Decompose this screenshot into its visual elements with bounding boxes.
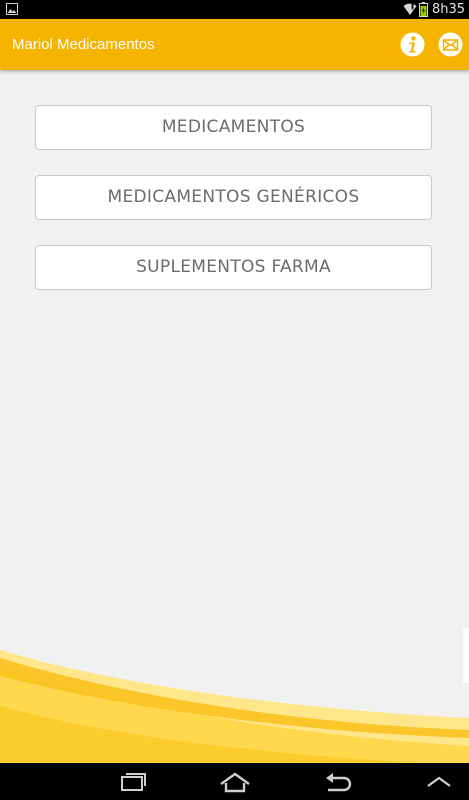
navigation-bar [0,763,469,800]
action-bar: Mariol Medicamentos [0,19,469,70]
up-arrow-icon[interactable] [424,769,454,795]
wifi-icon [403,3,417,15]
back-icon[interactable] [322,769,352,795]
status-bar: 8h35 [0,0,469,19]
gallery-icon [6,3,18,15]
medicamentos-button[interactable]: MEDICAMENTOS [35,105,432,150]
battery-icon [419,2,428,17]
suplementos-farma-button[interactable]: SUPLEMENTOS FARMA [35,245,432,290]
mail-icon[interactable] [438,32,463,57]
recent-apps-icon[interactable] [118,769,148,795]
yellow-wave-decoration [0,628,469,763]
medicamentos-genericos-button[interactable]: MEDICAMENTOS GENÉRICOS [35,175,432,220]
home-icon[interactable] [218,769,252,795]
info-icon[interactable] [400,32,425,57]
app-title: Mariol Medicamentos [12,36,155,53]
main-content: MEDICAMENTOS MEDICAMENTOS GENÉRICOS SUPL… [0,70,469,763]
clock: 8h35 [431,2,465,17]
